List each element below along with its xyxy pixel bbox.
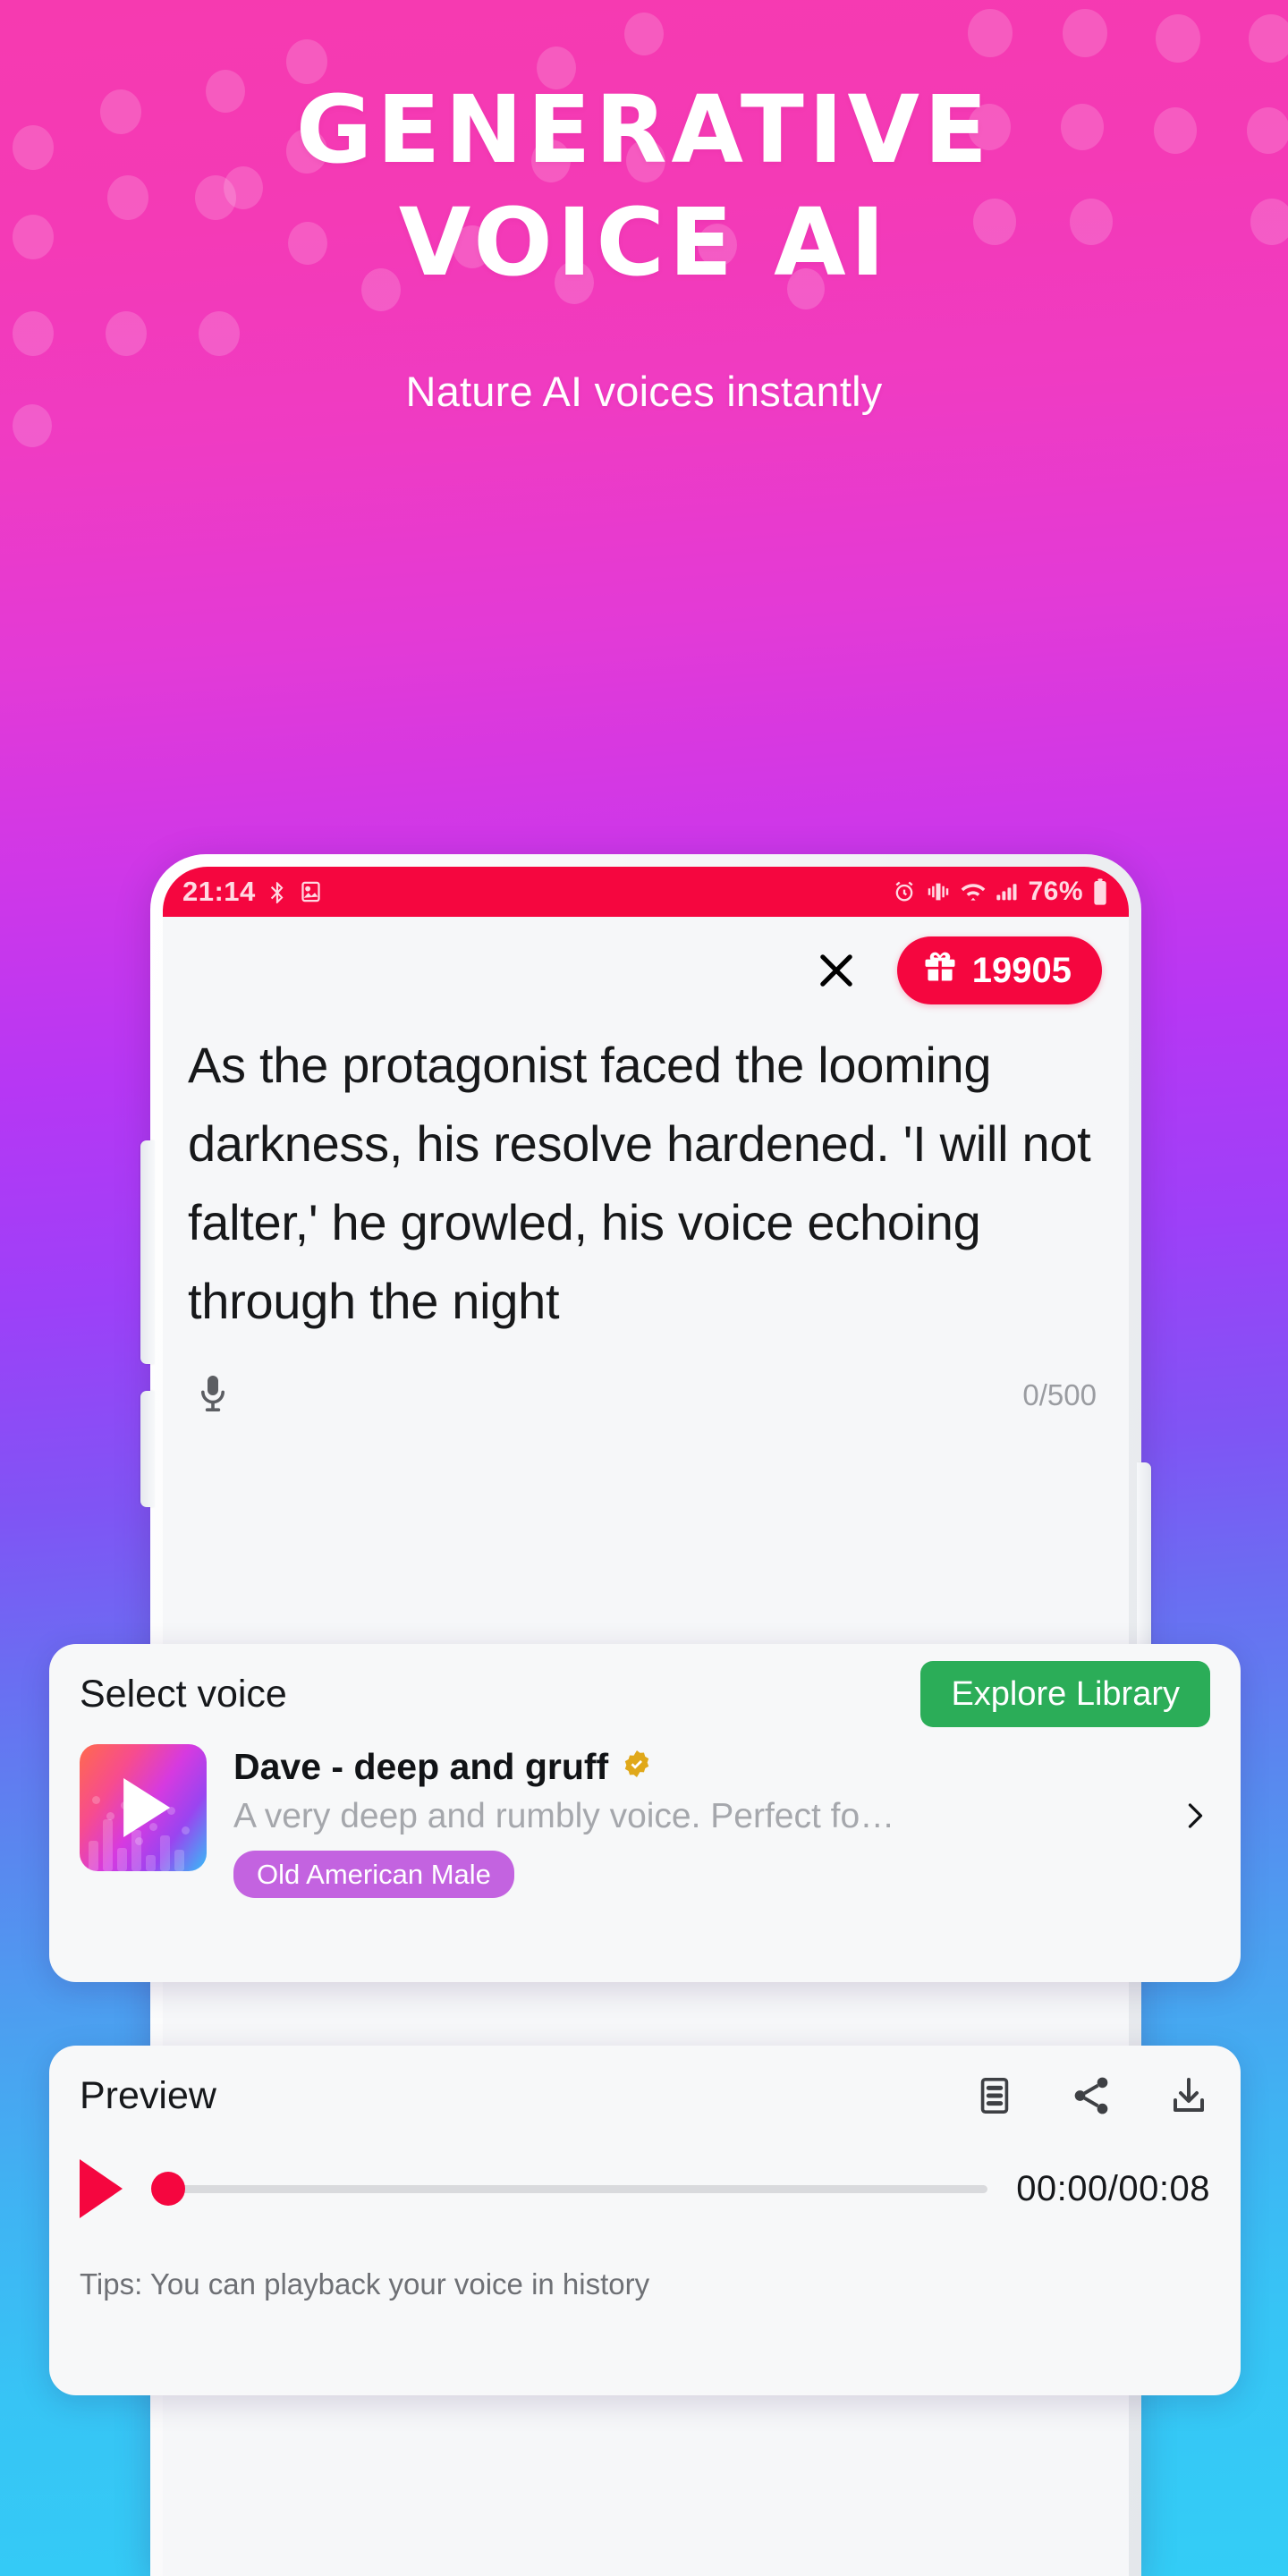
alarm-icon [892, 878, 917, 905]
signal-icon [995, 878, 1020, 905]
voice-description: A very deep and rumbly voice. Perfect fo… [233, 1797, 895, 1835]
voice-name-row: Dave - deep and gruff [233, 1746, 1142, 1788]
voice-name: Dave - deep and gruff [233, 1746, 609, 1787]
status-bar-right: 76% [892, 877, 1109, 907]
editor-text-value[interactable]: As the protagonist faced the looming dar… [188, 1026, 1104, 1341]
preview-tips: Tips: You can playback your voice in his… [80, 2267, 650, 2301]
credits-badge[interactable]: 19905 [896, 936, 1102, 1004]
title-line-2: VOICE AI [398, 188, 890, 297]
preview-card: Preview 00:00/00:08 Tips: You can playba… [49, 2046, 1241, 2395]
volume-up-button[interactable] [140, 1140, 155, 1364]
explore-library-button[interactable]: Explore Library [920, 1661, 1210, 1727]
voice-tag-badge: Old American Male [233, 1851, 514, 1898]
chevron-right-icon[interactable] [1169, 1789, 1210, 1854]
progress-knob[interactable] [151, 2172, 185, 2206]
credits-count: 19905 [971, 950, 1072, 990]
editor-footer: 0/500 [188, 1364, 1104, 1427]
close-icon[interactable] [813, 947, 860, 994]
microphone-icon[interactable] [191, 1366, 234, 1426]
title-line-1: GENERATIVE [295, 75, 993, 184]
page-title: GENERATIVE VOICE AI [0, 0, 1288, 299]
vibrate-icon [925, 878, 952, 905]
status-bar: 21:14 76% [163, 867, 1129, 917]
promo-screenshot: GENERATIVE VOICE AI Nature AI voices ins… [0, 0, 1288, 2576]
voice-list-item[interactable]: Dave - deep and gruff A very deep and ru… [49, 1744, 1241, 1898]
progress-track [164, 2184, 988, 2193]
select-voice-title: Select voice [80, 1672, 287, 1716]
status-bar-left: 21:14 [182, 876, 323, 908]
preview-header: Preview [49, 2046, 1241, 2146]
image-icon [299, 878, 323, 905]
playback-time: 00:00/00:08 [1016, 2168, 1210, 2208]
play-icon[interactable] [80, 2159, 123, 2218]
hero-subtitle: Nature AI voices instantly [405, 368, 883, 415]
character-counter: 0/500 [1022, 1378, 1097, 1411]
hero-section: GENERATIVE VOICE AI Nature AI voices ins… [0, 0, 1288, 417]
preview-actions [974, 2073, 1210, 2118]
audio-player: 00:00/00:08 [49, 2146, 1241, 2232]
progress-slider[interactable] [151, 2172, 988, 2206]
volume-down-button[interactable] [140, 1391, 155, 1507]
select-voice-card: Select voice Explore Library Dave - deep… [49, 1644, 1241, 1982]
preview-title: Preview [80, 2073, 216, 2117]
voice-info: Dave - deep and gruff A very deep and ru… [233, 1744, 1142, 1898]
download-icon[interactable] [1167, 2073, 1210, 2118]
gift-icon [920, 946, 960, 995]
transcript-icon[interactable] [974, 2073, 1015, 2118]
app-header: 19905 [163, 917, 1129, 1024]
battery-icon [1091, 877, 1109, 906]
text-editor[interactable]: As the protagonist faced the looming dar… [163, 1026, 1129, 1427]
play-triangle [123, 1778, 171, 1837]
bluetooth-audio-icon [266, 877, 289, 906]
voice-thumbnail-play-icon[interactable] [80, 1744, 207, 1871]
status-time: 21:14 [182, 876, 256, 907]
verified-badge-icon [621, 1749, 653, 1785]
share-icon[interactable] [1069, 2073, 1114, 2118]
wifi-icon [960, 878, 987, 905]
select-voice-header: Select voice Explore Library [49, 1644, 1241, 1744]
battery-percent: 76% [1028, 877, 1083, 906]
